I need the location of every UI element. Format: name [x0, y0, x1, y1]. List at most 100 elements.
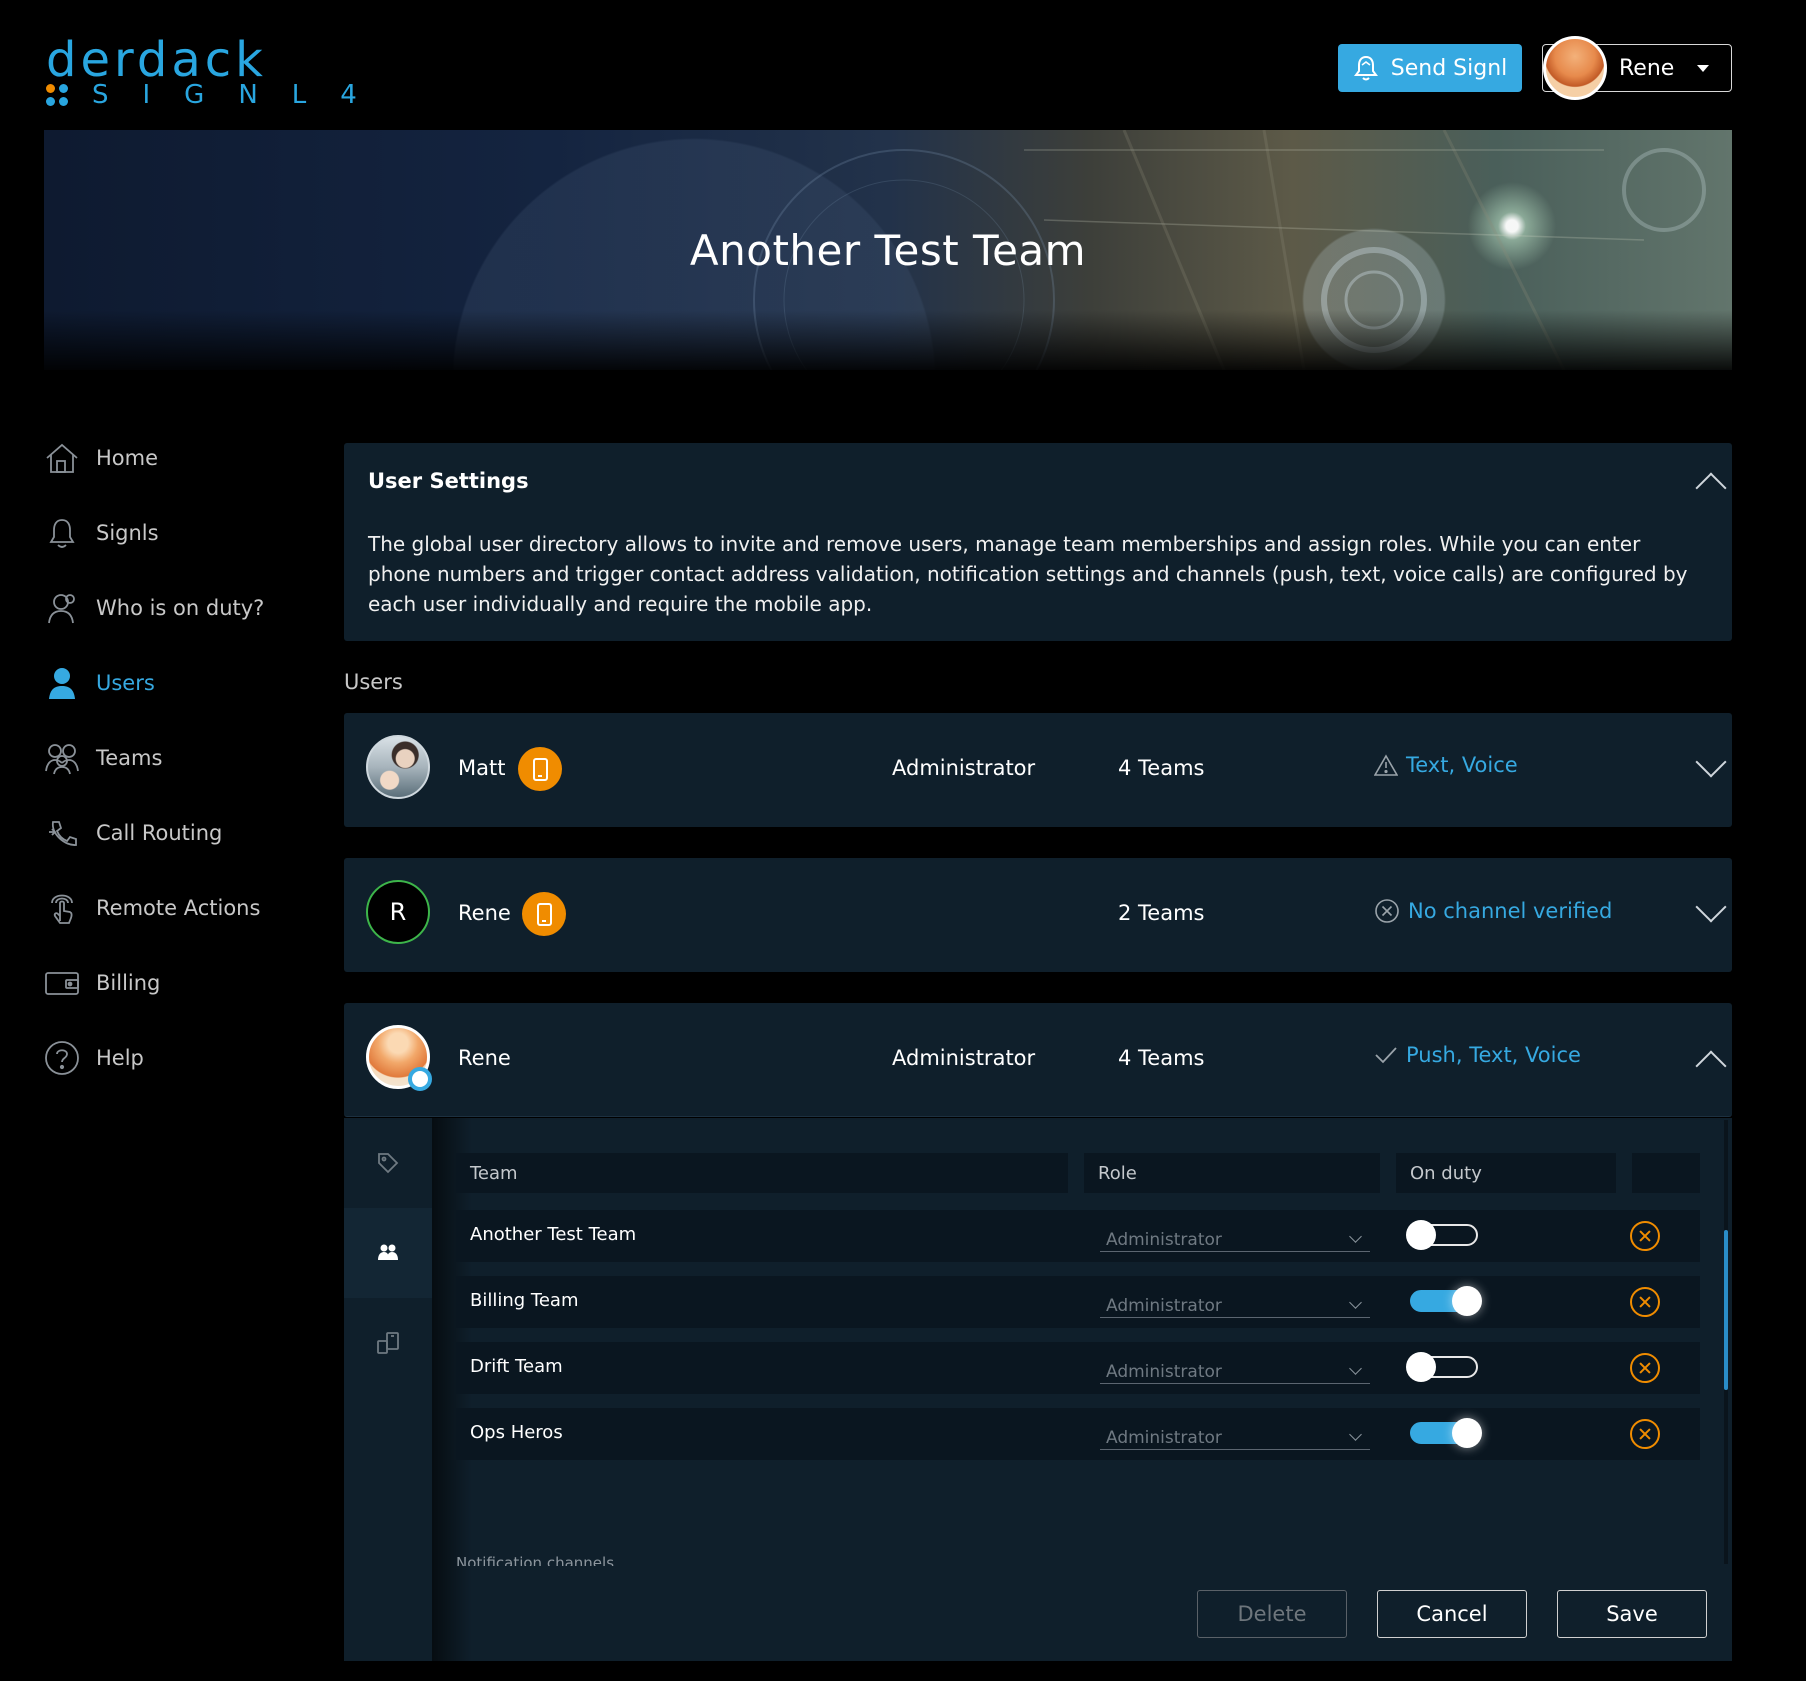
avatar-matt	[366, 735, 430, 799]
remove-team-icon[interactable]	[1630, 1287, 1660, 1317]
remote-actions-icon	[44, 890, 80, 926]
mobile-app-icon	[518, 747, 562, 791]
sidebar-label-signls: Signls	[96, 520, 159, 545]
on-duty-toggle[interactable]	[1410, 1418, 1482, 1448]
role-select-value: Administrator	[1106, 1362, 1222, 1382]
sidebar-item-help[interactable]: Help	[44, 1020, 324, 1095]
column-header-role: Role	[1084, 1153, 1380, 1193]
chevron-down-icon	[1349, 1230, 1362, 1243]
sidebar-label-home: Home	[96, 445, 159, 470]
send-signl-button[interactable]: Send Signl	[1338, 44, 1522, 92]
cancel-button[interactable]: Cancel	[1377, 1590, 1527, 1638]
chevron-down-icon	[1349, 1296, 1362, 1309]
user-role: Administrator	[892, 756, 1036, 780]
role-select-value: Administrator	[1106, 1428, 1222, 1448]
sidebar-label-users: Users	[96, 670, 155, 695]
home-icon	[44, 440, 80, 476]
chevron-down-icon	[1349, 1428, 1362, 1441]
user-menu-button[interactable]: Rene	[1542, 36, 1732, 100]
on-duty-toggle[interactable]	[1406, 1220, 1478, 1250]
user-teams-count: 2 Teams	[1118, 901, 1205, 925]
team-name: Another Test Team	[470, 1224, 637, 1245]
sidebar-item-home[interactable]: Home	[44, 420, 324, 495]
mobile-app-icon	[522, 892, 566, 936]
bell-alert-icon	[1353, 55, 1378, 81]
warning-icon	[1374, 754, 1398, 776]
role-select[interactable]: Administrator	[1100, 1418, 1370, 1450]
remove-team-icon[interactable]	[1630, 1419, 1660, 1449]
send-signl-label: Send Signl	[1390, 55, 1508, 81]
table-row: Another Test Team Administrator	[456, 1210, 1700, 1262]
user-detail-panel: Team Role On duty Another Test Team Admi…	[344, 1118, 1732, 1661]
table-row: Ops Heros Administrator	[456, 1408, 1700, 1460]
collapse-chevron-icon[interactable]	[1695, 1050, 1727, 1082]
not-verified-icon	[1375, 899, 1399, 923]
teams-icon	[378, 1244, 398, 1260]
derdack-signl4-logo[interactable]: derdack SIGNL4	[46, 32, 357, 110]
detail-scrollbar[interactable]	[1724, 1120, 1728, 1564]
column-header-on-duty: On duty	[1396, 1153, 1616, 1193]
sidebar-label-teams: Teams	[96, 745, 163, 770]
users-heading: Users	[344, 670, 403, 694]
delete-button[interactable]: Delete	[1197, 1590, 1347, 1638]
sidebar-item-signls[interactable]: Signls	[44, 495, 324, 570]
expand-chevron-icon[interactable]	[1695, 746, 1727, 778]
sidebar-item-billing[interactable]: Billing	[44, 945, 324, 1020]
user-channels: Text, Voice	[1374, 753, 1518, 777]
tab-tags[interactable]	[344, 1118, 432, 1208]
role-select-value: Administrator	[1106, 1230, 1222, 1250]
user-row-matt[interactable]: Matt Administrator 4 Teams Text, Voice	[344, 713, 1732, 827]
role-select[interactable]: Administrator	[1100, 1352, 1370, 1384]
user-teams-count: 4 Teams	[1118, 1046, 1205, 1070]
caret-down-icon	[1697, 64, 1709, 72]
role-select[interactable]: Administrator	[1100, 1220, 1370, 1252]
logo-dots-icon	[46, 84, 68, 106]
online-status-icon	[408, 1067, 432, 1091]
avatar-initial-letter: R	[389, 898, 407, 926]
avatar-initial: R	[366, 880, 430, 944]
devices-icon	[377, 1332, 399, 1354]
logo-wordmark: derdack	[46, 32, 267, 88]
user-channels-text: Text, Voice	[1406, 753, 1518, 777]
sidebar-item-users[interactable]: Users	[44, 645, 324, 720]
on-duty-toggle[interactable]	[1406, 1352, 1478, 1382]
notification-channels-label: Notification channels	[456, 1554, 615, 1566]
sidebar-item-call-routing[interactable]: Call Routing	[44, 795, 324, 870]
team-name: Ops Heros	[470, 1422, 563, 1443]
remove-team-icon[interactable]	[1630, 1353, 1660, 1383]
role-select[interactable]: Administrator	[1100, 1286, 1370, 1318]
teams-icon	[44, 740, 80, 776]
collapse-chevron-icon[interactable]	[1695, 472, 1727, 504]
sidebar: Home Signls Who is on duty? Users Teams …	[44, 420, 324, 1095]
chevron-down-icon	[1349, 1362, 1362, 1375]
user-menu-name: Rene	[1619, 55, 1675, 81]
tag-icon	[378, 1153, 399, 1174]
sidebar-item-remote-actions[interactable]: Remote Actions	[44, 870, 324, 945]
on-duty-toggle[interactable]	[1410, 1286, 1482, 1316]
call-routing-icon	[44, 815, 80, 851]
column-header-team: Team	[456, 1153, 1068, 1193]
detail-side-tabs	[344, 1118, 432, 1661]
tab-teams[interactable]	[344, 1208, 432, 1298]
logo-product: SIGNL4	[92, 80, 391, 110]
user-icon	[44, 665, 80, 701]
table-row: Drift Team Administrator	[456, 1342, 1700, 1394]
sidebar-item-teams[interactable]: Teams	[44, 720, 324, 795]
sidebar-item-on-duty[interactable]: Who is on duty?	[44, 570, 324, 645]
scrollbar-thumb[interactable]	[1724, 1230, 1728, 1390]
user-name: Matt	[458, 756, 506, 780]
user-name: Rene	[458, 901, 511, 925]
logo-sub: SIGNL4	[46, 80, 391, 110]
role-select-value: Administrator	[1106, 1296, 1222, 1316]
remove-team-icon[interactable]	[1630, 1221, 1660, 1251]
user-settings-panel: User Settings The global user directory …	[344, 443, 1732, 641]
user-channels-text: Push, Text, Voice	[1406, 1043, 1581, 1067]
check-icon	[1375, 1047, 1397, 1064]
save-button[interactable]: Save	[1557, 1590, 1707, 1638]
tab-devices[interactable]	[344, 1298, 432, 1388]
user-channels: Push, Text, Voice	[1374, 1043, 1581, 1067]
user-row-rene[interactable]: Rene Administrator 4 Teams Push, Text, V…	[344, 1003, 1732, 1117]
expand-chevron-icon[interactable]	[1695, 891, 1727, 923]
user-row-rene-invited[interactable]: R Rene 2 Teams No channel verified	[344, 858, 1732, 972]
banner-title: Another Test Team	[689, 226, 1087, 275]
